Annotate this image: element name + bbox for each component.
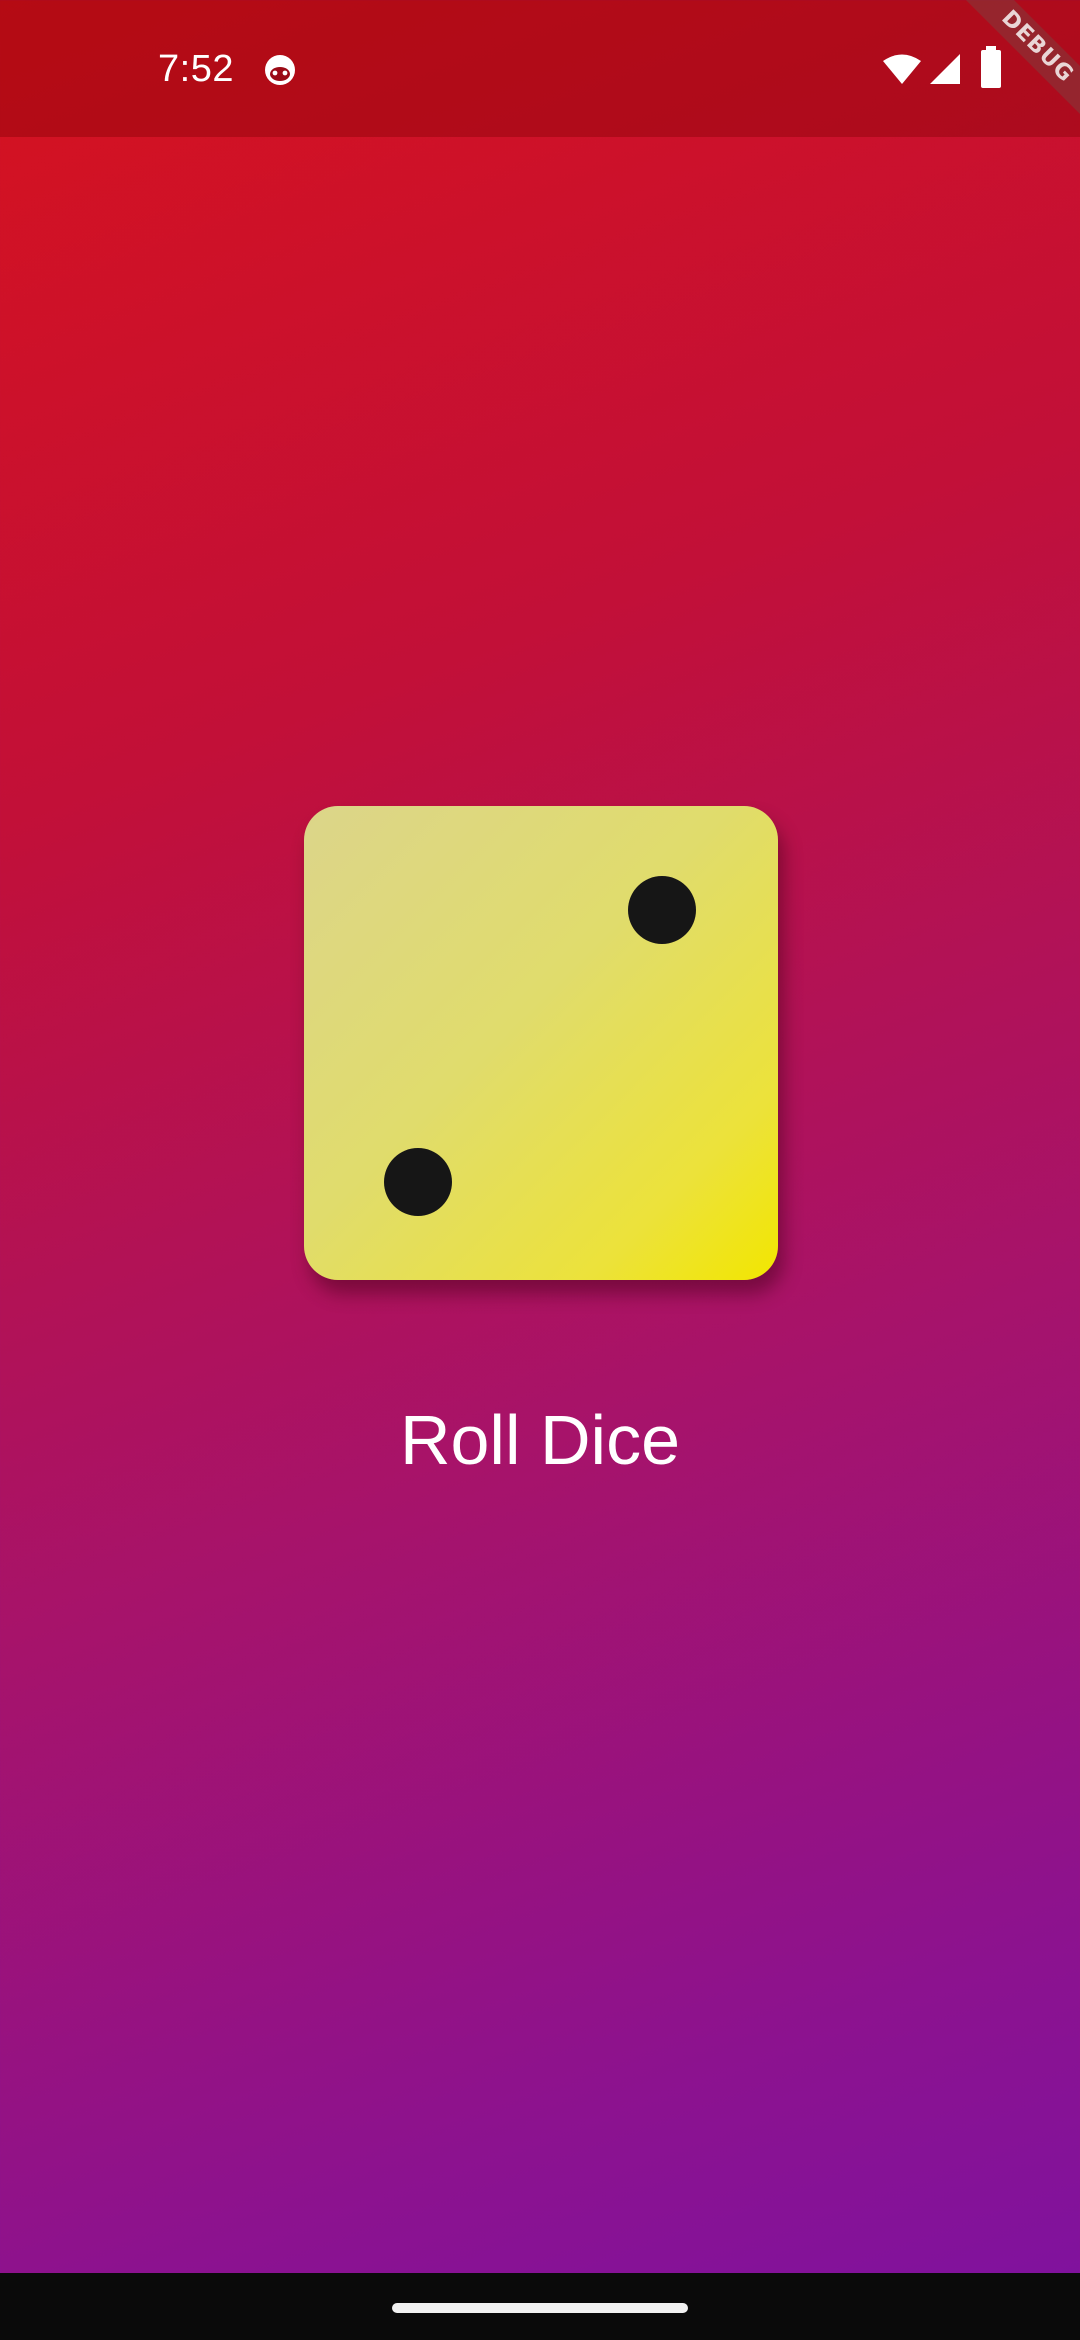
app-notification-icon	[262, 52, 298, 88]
status-time: 7:52	[158, 48, 234, 90]
status-bar: 7:52	[0, 0, 1080, 137]
battery-icon	[980, 46, 1002, 88]
gesture-home-handle[interactable]	[392, 2303, 688, 2313]
dice-image[interactable]	[304, 806, 778, 1280]
wifi-icon	[882, 54, 922, 86]
roll-dice-button[interactable]: Roll Dice	[340, 1390, 740, 1490]
dice-pip	[628, 876, 696, 944]
dice-pip	[384, 1148, 452, 1216]
cell-signal-icon	[928, 52, 962, 86]
